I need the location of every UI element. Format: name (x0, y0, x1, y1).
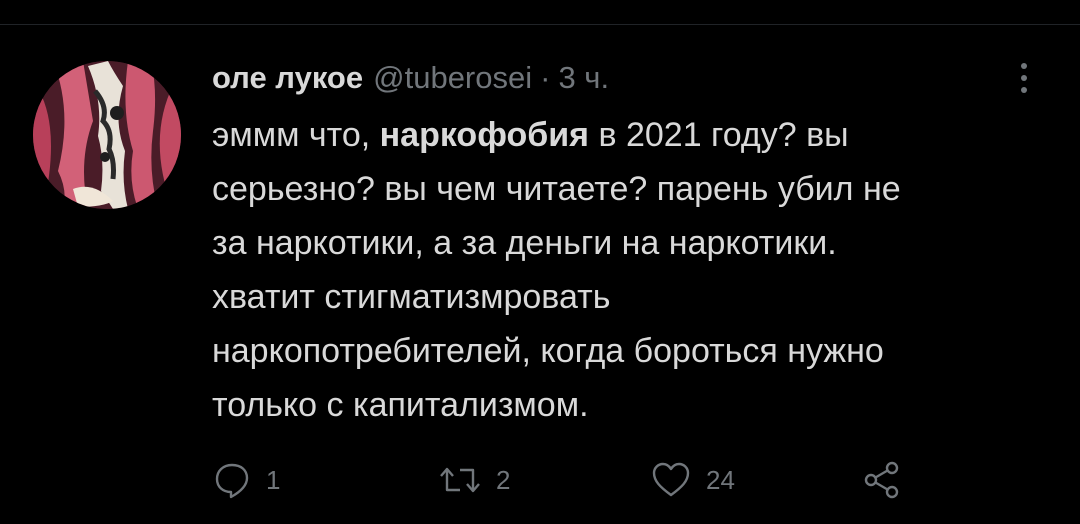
reply-icon (215, 463, 249, 499)
avatar-image (33, 61, 181, 209)
text-segment: в 2021 году? вы (589, 116, 849, 154)
tweet-text-line: серьезно? вы чем читаете? парень убил не (212, 170, 901, 208)
top-divider (0, 24, 1080, 25)
retweet-count: 2 (496, 464, 511, 495)
meta-separator: · (540, 60, 551, 95)
like-count: 24 (706, 464, 735, 495)
tweet-text-line: только с капитализмом. (212, 386, 589, 424)
tweet-text-line: эммм что, наркофобия в 2021 году? вы (212, 108, 1062, 162)
share-button[interactable] (862, 456, 902, 504)
avatar[interactable] (33, 61, 181, 209)
more-options-button[interactable] (1012, 60, 1036, 96)
reply-count: 1 (266, 464, 281, 495)
retweet-icon (440, 467, 480, 493)
tweet-header: оле лукое @tuberosei · 3 ч. (212, 58, 609, 98)
user-handle[interactable]: @tuberosei (373, 60, 532, 96)
text-segment: эммм что, (212, 116, 380, 154)
like-button[interactable]: 24 (650, 456, 735, 504)
action-bar: 1 2 24 (212, 456, 972, 504)
reply-button[interactable]: 1 (212, 456, 280, 504)
tweet-text-line: хватит стигматизмровать (212, 278, 611, 316)
tweet-text-line: наркопотребителей, когда бороться нужно (212, 332, 884, 370)
tweet-text-line: за наркотики, а за деньги на наркотики. (212, 224, 837, 262)
timestamp[interactable]: 3 ч. (558, 60, 609, 96)
tweet-text: эммм что, наркофобия в 2021 году? вы сер… (212, 108, 1062, 432)
retweet-button[interactable]: 2 (438, 456, 510, 504)
share-icon (864, 461, 899, 499)
heart-icon (652, 462, 690, 497)
bold-text-segment: наркофобия (379, 116, 590, 154)
more-vertical-icon (1021, 63, 1027, 93)
display-name[interactable]: оле лукое (212, 60, 363, 96)
